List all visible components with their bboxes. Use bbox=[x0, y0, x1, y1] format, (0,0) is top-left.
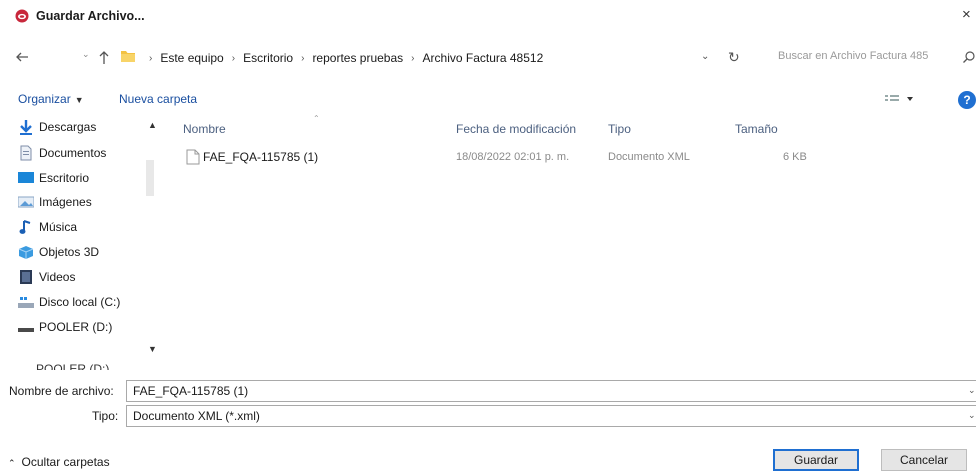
folder-icon bbox=[121, 51, 135, 62]
sidebar-scrollbar-thumb[interactable] bbox=[146, 160, 154, 196]
file-list: Nombre ⌃ Fecha de modificación Tipo Tama… bbox=[172, 114, 976, 370]
sidebar-item-label: POOLER (D:) bbox=[39, 320, 113, 334]
sidebar-item-partial[interactable]: POOLER (D:) bbox=[36, 362, 109, 370]
search-input[interactable]: Buscar en Archivo Factura 485 bbox=[760, 44, 976, 70]
download-arrow-icon bbox=[20, 120, 32, 135]
filename-chevron-down-icon[interactable]: ⌄ bbox=[968, 385, 976, 396]
sidebar-item-label: Disco local (C:) bbox=[39, 295, 121, 309]
close-button[interactable]: × bbox=[962, 6, 976, 26]
file-modified: 18/08/2022 02:01 p. m. bbox=[456, 151, 570, 163]
column-header-name[interactable]: Nombre bbox=[183, 122, 226, 136]
sidebar-item-imagenes[interactable]: Imágenes bbox=[18, 192, 92, 212]
desktop-icon bbox=[18, 172, 34, 183]
address-dropdown-icon[interactable]: ⌄ bbox=[701, 51, 713, 63]
command-bar: Organizar ▼ Nueva carpeta ? bbox=[0, 86, 976, 112]
column-header-type[interactable]: Tipo bbox=[608, 122, 631, 136]
scroll-up-icon[interactable]: ▲ bbox=[148, 120, 157, 130]
help-button[interactable]: ? bbox=[958, 91, 976, 109]
breadcrumb-item[interactable]: Archivo Factura 48512 bbox=[423, 51, 544, 65]
sidebar-item-label: Escritorio bbox=[39, 171, 90, 185]
documents-icon bbox=[20, 145, 32, 161]
pictures-icon bbox=[18, 196, 34, 208]
hide-folders-label: Ocultar carpetas bbox=[21, 455, 110, 469]
sidebar-item-label: Documentos bbox=[39, 146, 107, 160]
filetype-chevron-down-icon[interactable]: ⌄ bbox=[968, 410, 976, 421]
chevron-down-icon: ▼ bbox=[74, 95, 84, 105]
filename-value: FAE_FQA-115785 (1) bbox=[133, 384, 249, 398]
filetype-value: Documento XML (*.xml) bbox=[133, 409, 260, 423]
column-header-modified[interactable]: Fecha de modificación bbox=[456, 122, 576, 136]
breadcrumb: › Este equipo › Escritorio › reportes pr… bbox=[141, 49, 543, 67]
sort-ascending-icon: ⌃ bbox=[313, 114, 320, 123]
back-arrow-icon[interactable] bbox=[14, 49, 30, 65]
recent-locations-chevron-icon[interactable]: ⌄ bbox=[82, 49, 92, 63]
view-options-icon[interactable] bbox=[883, 92, 923, 106]
sidebar-item-label: Descargas bbox=[39, 120, 97, 134]
column-header-size[interactable]: Tamaño bbox=[735, 122, 778, 136]
cancel-button[interactable]: Cancelar bbox=[881, 449, 967, 471]
table-row[interactable]: FAE_FQA-115785 (1) 18/08/2022 02:01 p. m… bbox=[172, 146, 976, 168]
sidebar-item-escritorio[interactable]: Escritorio bbox=[18, 168, 89, 188]
file-icon bbox=[186, 149, 200, 165]
refresh-icon[interactable]: ↻ bbox=[728, 49, 742, 65]
chevron-right-icon[interactable]: › bbox=[232, 53, 235, 64]
file-size: 6 KB bbox=[783, 151, 807, 163]
up-arrow-icon[interactable] bbox=[97, 49, 111, 65]
sidebar-item-label: Objetos 3D bbox=[39, 245, 100, 259]
title-bar: Guardar Archivo... × bbox=[0, 0, 976, 34]
sidebar-item-label: Videos bbox=[39, 270, 76, 284]
local-disk-icon bbox=[18, 297, 34, 308]
window-title: Guardar Archivo... bbox=[36, 9, 145, 23]
organize-button[interactable]: Organizar ▼ bbox=[18, 92, 84, 106]
breadcrumb-item[interactable]: reportes pruebas bbox=[312, 51, 403, 65]
hide-folders-button[interactable]: ⌃ Ocultar carpetas bbox=[8, 455, 110, 469]
chevron-right-icon[interactable]: › bbox=[411, 53, 414, 64]
filename-label: Nombre de archivo: bbox=[9, 384, 114, 398]
search-placeholder: Buscar en Archivo Factura 485 bbox=[778, 50, 929, 62]
filename-input[interactable]: FAE_FQA-115785 (1) bbox=[126, 380, 976, 402]
app-logo-icon bbox=[15, 9, 29, 23]
sidebar-item-pooler[interactable]: POOLER (D:) bbox=[18, 317, 112, 337]
sidebar-item-label: Imágenes bbox=[39, 195, 92, 209]
chevron-up-icon: ⌃ bbox=[8, 458, 16, 468]
3d-objects-icon bbox=[18, 246, 34, 259]
filetype-select[interactable]: Documento XML (*.xml) bbox=[126, 405, 976, 427]
filetype-row: Tipo: Documento XML (*.xml) ⌄ bbox=[0, 405, 976, 427]
filename-row: Nombre de archivo: FAE_FQA-115785 (1) ⌄ bbox=[0, 380, 976, 402]
navigation-pane: ▲ Descargas Documentos Escritorio Imágen… bbox=[0, 116, 170, 370]
column-header-label: Nombre bbox=[183, 122, 226, 136]
sidebar-item-musica[interactable]: Música bbox=[18, 217, 77, 237]
video-icon bbox=[20, 270, 32, 284]
music-note-icon bbox=[19, 220, 31, 234]
chevron-right-icon[interactable]: › bbox=[149, 53, 152, 64]
file-type: Documento XML bbox=[608, 151, 690, 163]
new-folder-button[interactable]: Nueva carpeta bbox=[119, 92, 197, 106]
drive-icon bbox=[18, 328, 34, 332]
sidebar-item-label: Música bbox=[39, 220, 78, 234]
breadcrumb-item[interactable]: Este equipo bbox=[160, 51, 223, 65]
address-bar-row: ⌄ › Este equipo › Escritorio › reportes … bbox=[0, 40, 976, 74]
chevron-right-icon[interactable]: › bbox=[301, 53, 304, 64]
filetype-label: Tipo: bbox=[92, 409, 119, 423]
save-button[interactable]: Guardar bbox=[773, 449, 859, 471]
sidebar-item-disco-local[interactable]: Disco local (C:) bbox=[18, 292, 120, 312]
organize-label: Organizar bbox=[18, 92, 71, 106]
file-name: FAE_FQA-115785 (1) bbox=[203, 150, 319, 164]
breadcrumb-item[interactable]: Escritorio bbox=[243, 51, 293, 65]
scroll-down-icon[interactable]: ▼ bbox=[148, 344, 157, 354]
sidebar-item-documentos[interactable]: Documentos bbox=[18, 143, 106, 163]
search-icon[interactable] bbox=[962, 50, 976, 64]
sidebar-item-descargas[interactable]: Descargas bbox=[18, 117, 96, 137]
sidebar-item-objetos-3d[interactable]: Objetos 3D bbox=[18, 242, 99, 262]
sidebar-item-videos[interactable]: Videos bbox=[18, 267, 75, 287]
